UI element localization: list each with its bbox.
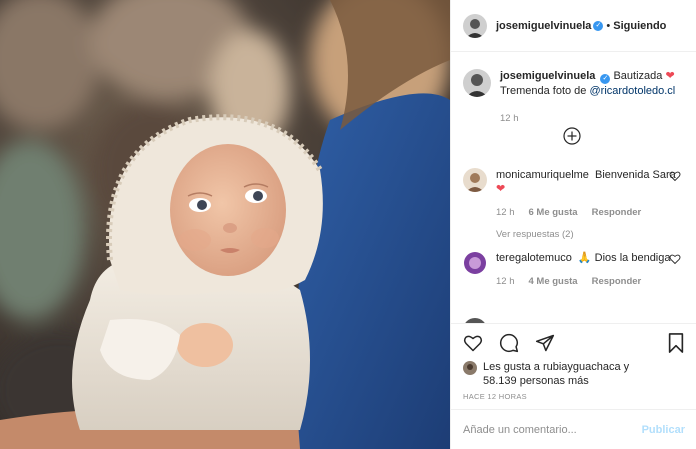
post-header: josemiguelvinuela ✓ • Siguiendo [451,0,696,52]
caption-avatar[interactable] [463,69,491,97]
bookmark-icon[interactable] [667,333,685,353]
comment-input[interactable]: Añade un comentario... [463,424,642,436]
liker-avatar[interactable] [463,361,477,375]
post-actions: Les gusta a rubiayguachaca y 58.139 pers… [451,323,696,409]
likes-prefix: Les gusta a [483,361,540,373]
author-avatar[interactable] [463,13,487,38]
following-button[interactable]: Siguiendo [613,20,666,32]
likes-count[interactable]: 58.139 personas más [483,374,629,388]
comment-username[interactable]: teregalotemuco [496,252,572,264]
add-comment-bar: Añade un comentario... Publicar [451,409,696,449]
caption-text-line-2: Tremenda foto de [500,85,587,97]
commenter-avatar[interactable] [463,251,487,275]
post-photo[interactable] [0,0,450,449]
post-time-ago[interactable]: HACE 12 HORAS [463,392,527,401]
comments-list[interactable]: josemiguelvinuela ✓ Bautizada ❤ Tremenda … [451,53,696,323]
liker-username[interactable]: rubiayguachaca [543,361,621,373]
likes-summary: Les gusta a rubiayguachaca y 58.139 pers… [463,360,629,388]
caption-block: josemiguelvinuela ✓ Bautizada ❤ Tremenda … [463,69,687,126]
caption-username[interactable]: josemiguelvinuela [500,70,595,82]
comment-like-heart-icon[interactable] [669,253,681,265]
verified-icon: ✓ [600,74,611,84]
instagram-post: josemiguelvinuela ✓ • Siguiendo josemigu… [0,0,696,449]
comment-likes-count[interactable]: 6 Me gusta [529,206,578,220]
red-heart-emoji-icon: ❤ [665,70,675,82]
reply-button[interactable]: Responder [592,206,642,220]
comment-text: Dios la bendiga [594,252,671,264]
comment-text: Bienvenida Sara [595,169,676,181]
post-side-panel: josemiguelvinuela ✓ • Siguiendo josemigu… [450,0,696,449]
comment-likes-count[interactable]: 4 Me gusta [529,275,578,289]
caption-mention-link[interactable]: @ricardotoledo.cl [589,85,675,97]
likes-connector: y [623,361,630,373]
commenter-avatar[interactable] [463,168,487,192]
comment-username[interactable]: monicamuriquelme [496,169,589,181]
comment-time[interactable]: 12 h [496,206,515,220]
comment-time[interactable]: 12 h [496,275,515,289]
verified-icon: ✓ [593,20,604,31]
view-replies-button[interactable]: Ver respuestas (2) [496,228,687,242]
comment-like-heart-icon[interactable] [669,170,681,182]
praying-hands-emoji-icon: 🙏 [577,252,592,264]
reply-button[interactable]: Responder [592,275,642,289]
comment-item: monicamuriquelme Bienvenida Sara ❤ 12 h … [463,168,687,242]
comment-icon[interactable] [499,333,519,353]
publish-button[interactable]: Publicar [642,424,685,436]
comment-item: teregalotemuco 🙏 Dios la bendiga 12 h 4 … [463,251,687,289]
author-username[interactable]: josemiguelvinuela [496,20,591,32]
heart-icon[interactable] [463,333,483,353]
plus-circle-icon[interactable] [563,127,581,145]
header-separator: • [606,19,611,32]
share-icon[interactable] [535,333,555,353]
red-heart-emoji-icon: ❤ [496,183,506,195]
caption-text: Bautizada [613,70,663,82]
caption-time[interactable]: 12 h [500,112,519,126]
baby-photo-illustration [0,0,450,449]
